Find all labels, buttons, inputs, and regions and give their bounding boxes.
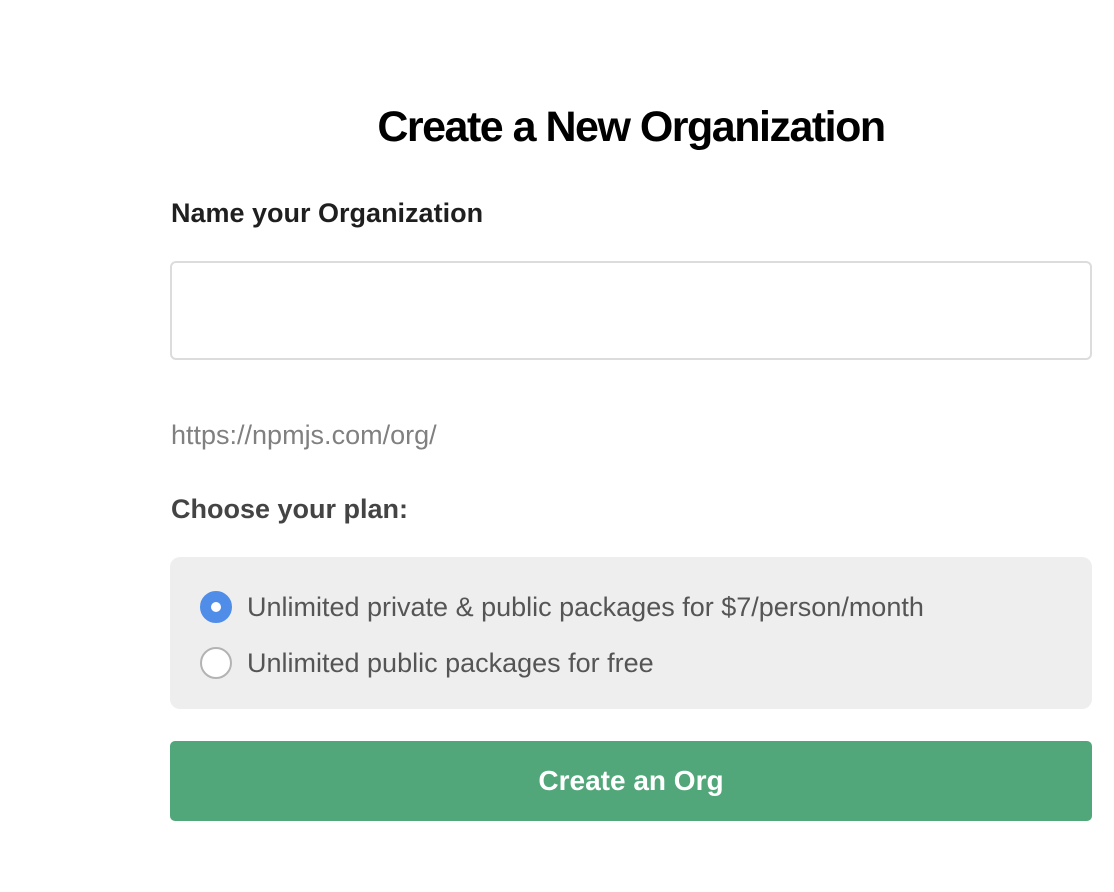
page-title: Create a New Organization <box>377 103 886 151</box>
plan-label: Choose your plan: <box>171 494 409 524</box>
plan-option-label: Unlimited private & public packages for … <box>247 592 924 622</box>
org-url-preview: https://npmjs.com/org/ <box>171 420 437 450</box>
create-org-button[interactable]: Create an Org <box>170 741 1092 821</box>
plan-option-free[interactable]: Unlimited public packages for free <box>200 646 654 680</box>
org-name-input[interactable] <box>170 261 1092 360</box>
radio-unselected-icon[interactable] <box>200 647 232 679</box>
plan-option-label: Unlimited public packages for free <box>247 648 654 678</box>
org-name-label: Name your Organization <box>171 198 484 228</box>
plan-options-box: Unlimited private & public packages for … <box>170 557 1092 709</box>
plan-option-paid[interactable]: Unlimited private & public packages for … <box>200 590 924 624</box>
radio-selected-icon[interactable] <box>200 591 232 623</box>
